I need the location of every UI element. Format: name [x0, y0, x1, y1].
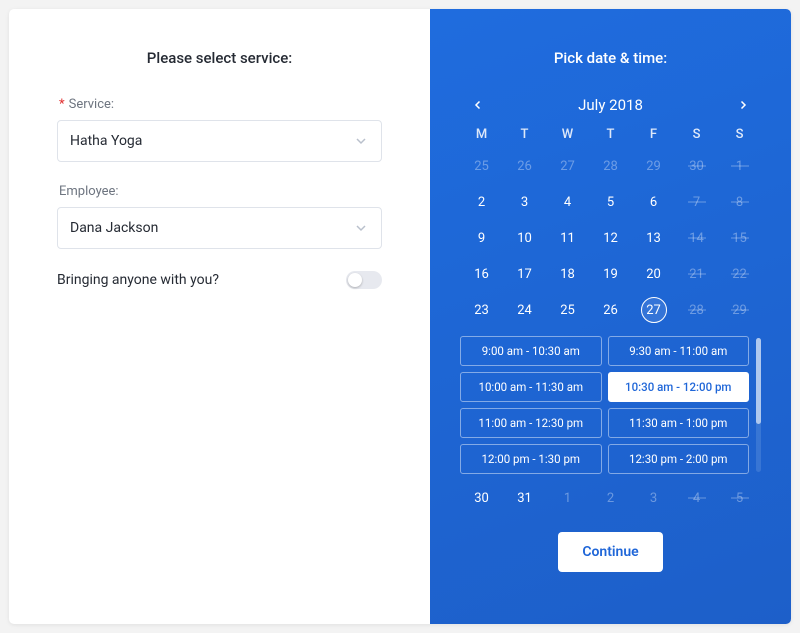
calendar-day: 27 — [546, 154, 589, 178]
next-month-button[interactable] — [731, 93, 755, 117]
booking-card: Please select service: *Service: Hatha Y… — [9, 9, 791, 624]
calendar-day[interactable]: 10 — [503, 226, 546, 250]
calendar-weekday: M — [460, 127, 503, 142]
calendar-day[interactable]: 27 — [632, 298, 675, 322]
calendar-day[interactable]: 19 — [589, 262, 632, 286]
time-slot[interactable]: 9:30 am - 11:00 am — [608, 336, 749, 366]
continue-button[interactable]: Continue — [558, 532, 662, 572]
calendar-day: 28 — [589, 154, 632, 178]
calendar-day[interactable]: 5 — [589, 190, 632, 214]
chevron-down-icon — [353, 133, 369, 149]
time-slots-scroll-thumb[interactable] — [756, 338, 761, 424]
employee-select[interactable]: Dana Jackson — [57, 207, 382, 249]
service-select-value: Hatha Yoga — [70, 133, 353, 149]
employee-field-label: Employee: — [59, 184, 382, 199]
time-slots-list: 9:00 am - 10:30 am9:30 am - 11:00 am10:0… — [460, 336, 749, 474]
calendar-header: July 2018 — [466, 93, 755, 117]
calendar-day[interactable]: 6 — [632, 190, 675, 214]
calendar-day: 22 — [718, 262, 761, 286]
calendar-month-label: July 2018 — [578, 96, 643, 114]
time-slot[interactable]: 11:30 am - 1:00 pm — [608, 408, 749, 438]
calendar-day: 25 — [460, 154, 503, 178]
calendar-day[interactable]: 20 — [632, 262, 675, 286]
calendar-day[interactable]: 25 — [546, 298, 589, 322]
calendar-day[interactable]: 2 — [460, 190, 503, 214]
calendar-day: 14 — [675, 226, 718, 250]
calendar-day[interactable]: 30 — [460, 486, 503, 510]
time-slot[interactable]: 10:00 am - 11:30 am — [460, 372, 601, 402]
continue-row: Continue — [460, 532, 761, 572]
service-panel: Please select service: *Service: Hatha Y… — [9, 9, 430, 624]
datetime-panel-title: Pick date & time: — [460, 49, 761, 67]
calendar-day[interactable]: 11 — [546, 226, 589, 250]
calendar-day[interactable]: 12 — [589, 226, 632, 250]
calendar-day[interactable]: 23 — [460, 298, 503, 322]
calendar-day: 29 — [718, 298, 761, 322]
calendar-grid: MTWTFSS252627282930123456789101112131415… — [460, 127, 761, 322]
time-slot[interactable]: 9:00 am - 10:30 am — [460, 336, 601, 366]
calendar-day[interactable]: 24 — [503, 298, 546, 322]
calendar-day: 21 — [675, 262, 718, 286]
calendar-day: 30 — [675, 154, 718, 178]
time-slot[interactable]: 10:30 am - 12:00 pm — [608, 372, 749, 402]
bring-anyone-row: Bringing anyone with you? — [57, 271, 382, 289]
calendar-day[interactable]: 4 — [546, 190, 589, 214]
calendar-day: 7 — [675, 190, 718, 214]
calendar-day[interactable]: 3 — [503, 190, 546, 214]
chevron-down-icon — [353, 220, 369, 236]
service-field-label: *Service: — [59, 97, 382, 112]
calendar-day[interactable]: 16 — [460, 262, 503, 286]
calendar-weekday: S — [718, 127, 761, 142]
service-panel-title: Please select service: — [57, 49, 382, 67]
time-slot[interactable]: 11:00 am - 12:30 pm — [460, 408, 601, 438]
calendar-day: 28 — [675, 298, 718, 322]
time-slot[interactable]: 12:30 pm - 2:00 pm — [608, 444, 749, 474]
calendar-weekday: T — [503, 127, 546, 142]
bring-anyone-toggle[interactable] — [346, 271, 382, 289]
calendar-weekday: T — [589, 127, 632, 142]
calendar-day: 2 — [589, 486, 632, 510]
calendar-day: 15 — [718, 226, 761, 250]
calendar-day[interactable]: 17 — [503, 262, 546, 286]
calendar-day[interactable]: 13 — [632, 226, 675, 250]
calendar-day: 3 — [632, 486, 675, 510]
calendar-day[interactable]: 26 — [589, 298, 632, 322]
required-star: * — [59, 97, 65, 112]
calendar-day: 29 — [632, 154, 675, 178]
calendar-day[interactable]: 18 — [546, 262, 589, 286]
calendar-day: 8 — [718, 190, 761, 214]
time-slots-wrap: 9:00 am - 10:30 am9:30 am - 11:00 am10:0… — [460, 336, 761, 474]
datetime-panel: Pick date & time: July 2018 MTWTFSS25262… — [430, 9, 791, 624]
calendar-weekday: F — [632, 127, 675, 142]
calendar-day: 1 — [718, 154, 761, 178]
employee-select-value: Dana Jackson — [70, 220, 353, 236]
service-select[interactable]: Hatha Yoga — [57, 120, 382, 162]
toggle-knob — [348, 273, 362, 287]
calendar-weekday: W — [546, 127, 589, 142]
prev-month-button[interactable] — [466, 93, 490, 117]
calendar-day[interactable]: 9 — [460, 226, 503, 250]
bring-anyone-label: Bringing anyone with you? — [57, 272, 346, 288]
calendar-day: 5 — [718, 486, 761, 510]
calendar-grid-tail: 303112345 — [460, 486, 761, 510]
calendar-day: 1 — [546, 486, 589, 510]
calendar-day: 4 — [675, 486, 718, 510]
calendar-day: 26 — [503, 154, 546, 178]
calendar-day[interactable]: 31 — [503, 486, 546, 510]
time-slot[interactable]: 12:00 pm - 1:30 pm — [460, 444, 601, 474]
calendar-weekday: S — [675, 127, 718, 142]
